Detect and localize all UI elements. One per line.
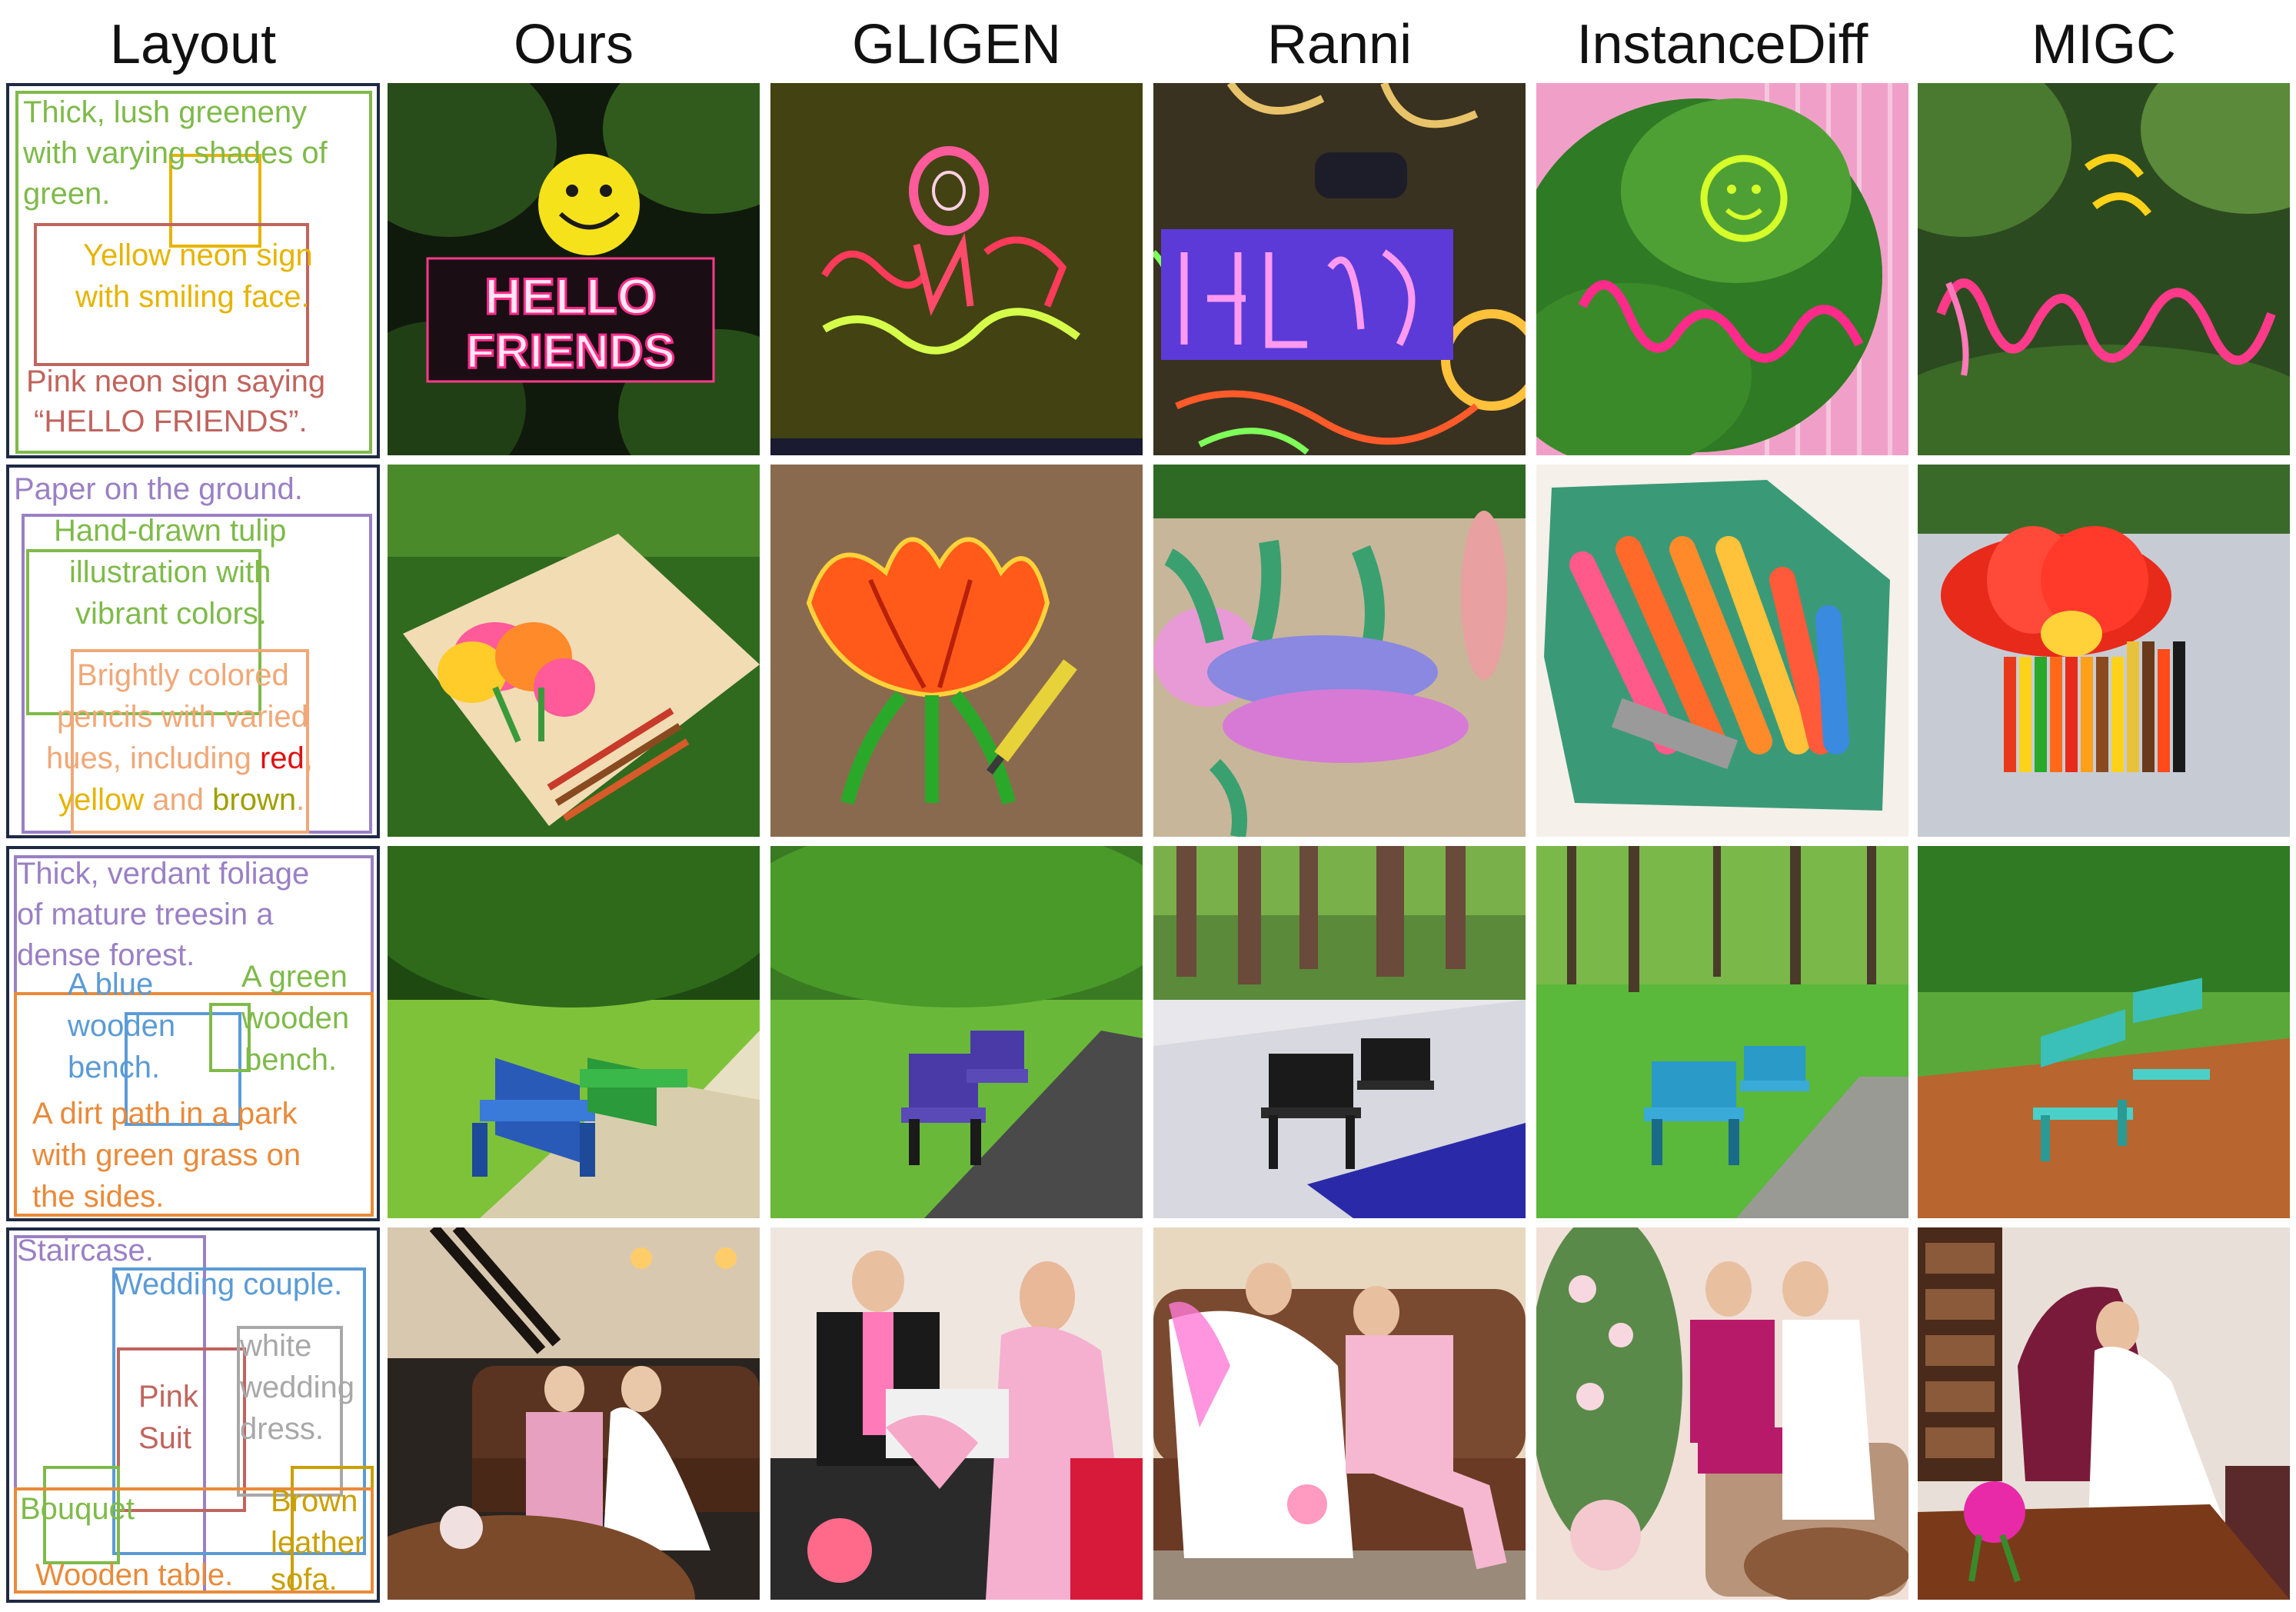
sign-text-hello: HELLO xyxy=(484,268,657,325)
image-gligen-row2 xyxy=(770,465,1143,837)
layout-text-foliage-2: of mature treesin a xyxy=(17,898,274,931)
header-instancediff: InstanceDiff xyxy=(1576,14,1868,75)
image-migc-row3 xyxy=(1918,846,2290,1218)
layout-text-pink-1: Pink neon sign saying xyxy=(26,365,326,398)
layout-panel-row4: Staircase. Wedding couple. white wedding… xyxy=(6,1227,380,1603)
layout-text-sofa-1: Brown xyxy=(271,1484,358,1518)
layout-text-tulip-2: illustration with xyxy=(69,555,271,589)
text-part-comma: , xyxy=(304,741,313,775)
image-instancediff-row1 xyxy=(1536,83,1908,455)
layout-text-blue-bench-1: A blue xyxy=(68,968,154,1001)
text-part-yellow: yellow xyxy=(58,783,145,817)
layout-text-yellow-1: Yellow neon sign xyxy=(83,238,313,272)
layout-panel-row1: Thick, lush greeneny with varying shades… xyxy=(6,83,380,458)
image-ranni-row2 xyxy=(1153,465,1526,837)
layout-text-pencils-3: hues, including red, xyxy=(46,738,313,779)
image-migc-row2 xyxy=(1918,465,2290,837)
layout-panel-row2: Paper on the ground. Hand-drawn tulip il… xyxy=(6,465,380,838)
layout-text-suit-2: Suit xyxy=(138,1421,191,1455)
image-ours-row4 xyxy=(388,1227,760,1600)
layout-text-pink-2: “HELLO FRIENDS”. xyxy=(34,405,308,438)
text-part-and: and xyxy=(144,783,213,817)
text-part-hues: hues, including xyxy=(46,741,260,775)
image-gligen-row3 xyxy=(770,846,1143,1218)
image-instancediff-row4 xyxy=(1536,1227,1908,1600)
layout-text-sofa-3: sofa. xyxy=(271,1563,338,1597)
layout-text-dress-2: wedding xyxy=(240,1371,355,1404)
layout-text-sofa-2: leather xyxy=(271,1526,365,1560)
layout-text-foliage-1: Thick, verdant foliage xyxy=(17,857,310,891)
image-migc-row4 xyxy=(1918,1227,2290,1600)
layout-text-yellow-2: with smiling face. xyxy=(75,280,310,314)
layout-text-pencils-1: Brightly colored xyxy=(77,658,289,692)
layout-text-bouquet: Bouquet xyxy=(20,1492,135,1526)
layout-text-suit-1: Pink xyxy=(138,1380,198,1414)
text-part-brown: brown xyxy=(212,783,297,817)
layout-text-green-bench-3: bench. xyxy=(245,1043,338,1077)
image-migc-row1 xyxy=(1918,83,2290,455)
layout-text-path-3: the sides. xyxy=(32,1180,165,1214)
text-part-red: red xyxy=(259,741,304,775)
layout-text-dress-3: dress. xyxy=(240,1412,324,1446)
header-layout: Layout xyxy=(109,14,277,75)
layout-text-path-1: A dirt path in a park xyxy=(32,1097,298,1131)
layout-text-table: Wooden table. xyxy=(35,1558,234,1592)
header-ours: Ours xyxy=(513,14,634,75)
layout-text-green-bench-2: wooden xyxy=(241,1001,350,1035)
image-ranni-row1 xyxy=(1153,83,1526,455)
image-ranni-row3 xyxy=(1153,846,1526,1218)
layout-text-blue-bench-2: wooden xyxy=(68,1009,176,1043)
layout-text-blue-bench-3: bench. xyxy=(68,1051,161,1084)
layout-text-greenery-3: green. xyxy=(23,177,111,211)
image-instancediff-row3 xyxy=(1536,846,1908,1218)
image-gligen-row4 xyxy=(770,1227,1143,1600)
layout-text-greenery-1: Thick, lush greeneny xyxy=(23,95,308,129)
layout-text-wedding-couple: Wedding couple. xyxy=(114,1267,343,1301)
layout-text-tulip-1: Hand-drawn tulip xyxy=(54,514,287,548)
sign-text-friends: FRIENDS xyxy=(466,325,675,378)
layout-text-tulip-3: vibrant colors. xyxy=(75,597,267,631)
layout-panel-row3: Thick, verdant foliage of mature treesin… xyxy=(6,846,380,1221)
image-ours-row2 xyxy=(388,465,760,837)
header-migc: MIGC xyxy=(2031,14,2176,75)
layout-text-greenery-2: with varying shades of xyxy=(23,136,328,170)
layout-text-path-2: with green grass on xyxy=(32,1138,301,1172)
layout-text-paper: Paper on the ground. xyxy=(14,472,303,506)
image-ranni-row4 xyxy=(1153,1227,1526,1600)
image-instancediff-row2 xyxy=(1536,465,1908,837)
image-gligen-row1 xyxy=(770,83,1143,455)
header-gligen: GLIGEN xyxy=(851,14,1062,75)
image-ours-row1: HELLO FRIENDS xyxy=(388,83,760,455)
layout-text-pencils-2: pencils with varied xyxy=(57,700,308,734)
image-ours-row3 xyxy=(388,846,760,1218)
layout-text-dress-1: white xyxy=(240,1329,312,1363)
layout-text-pencils-4: yellow and brown. xyxy=(58,780,304,821)
text-part-period: . xyxy=(296,783,305,817)
layout-text-green-bench-1: A green xyxy=(241,960,348,994)
header-ranni: Ranni xyxy=(1266,14,1413,75)
